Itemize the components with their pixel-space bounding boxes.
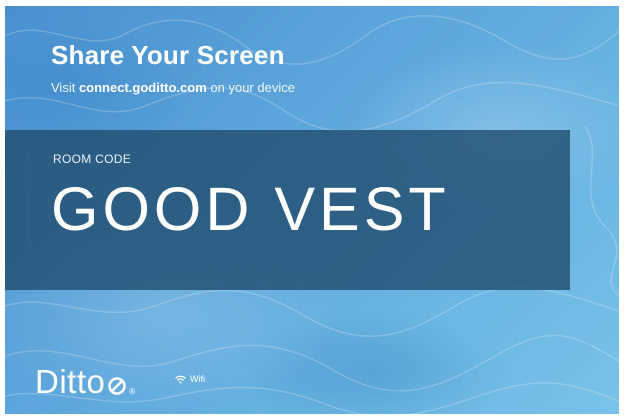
logo-wordmark: Ditto bbox=[35, 363, 106, 400]
ditto-share-screen: Share Your Screen Visit connect.goditto.… bbox=[5, 6, 619, 414]
room-code-panel: ROOM CODE GOOD VEST bbox=[5, 130, 570, 290]
instruction-suffix: on your device bbox=[206, 80, 295, 95]
connect-url: connect.goditto.com bbox=[78, 80, 207, 95]
room-code-label: ROOM CODE bbox=[53, 152, 132, 166]
ditto-logo: Ditto ® bbox=[35, 358, 135, 398]
ditto-slashed-o-icon bbox=[108, 377, 127, 395]
wifi-icon bbox=[175, 375, 186, 383]
registered-mark: ® bbox=[129, 387, 136, 396]
network-status: Wifi bbox=[175, 374, 205, 384]
connect-instruction: Visit connect.goditto.com on your device bbox=[51, 80, 295, 95]
instruction-prefix: Visit bbox=[51, 80, 79, 95]
page-title: Share Your Screen bbox=[51, 40, 285, 70]
network-label: Wifi bbox=[190, 374, 205, 384]
room-code-value: GOOD VEST bbox=[51, 175, 450, 243]
